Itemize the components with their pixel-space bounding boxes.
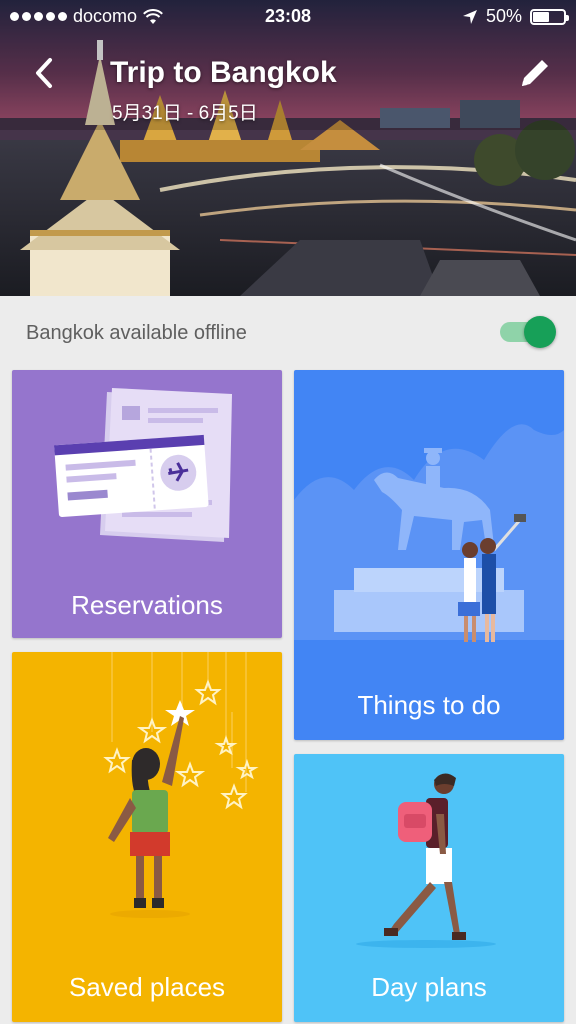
toggle-knob bbox=[524, 316, 556, 348]
trip-dates: 5月31日 - 6月5日 bbox=[112, 103, 258, 124]
day-plans-card[interactable]: Day plans bbox=[294, 754, 564, 1022]
back-arrow-icon[interactable] bbox=[28, 56, 62, 90]
bangkok-skyline-photo bbox=[0, 0, 576, 296]
day-plans-label: Day plans bbox=[371, 972, 487, 1002]
status-right: 50% bbox=[462, 6, 569, 27]
trip-title: Trip to Bangkok bbox=[110, 56, 337, 89]
location-arrow-icon bbox=[462, 9, 477, 24]
saved-places-card[interactable]: Saved places bbox=[12, 652, 282, 1022]
things-to-do-card[interactable]: Things to do bbox=[294, 370, 564, 740]
saved-places-illustration bbox=[103, 652, 259, 918]
reservations-card[interactable]: Reservations bbox=[12, 370, 282, 638]
offline-label: Bangkok available offline bbox=[26, 322, 247, 344]
edit-pencil-icon[interactable] bbox=[518, 56, 552, 90]
battery-percentage: 50% bbox=[485, 6, 522, 26]
battery-icon bbox=[530, 8, 569, 25]
offline-row: Bangkok available offline bbox=[0, 296, 576, 370]
things-to-do-label: Things to do bbox=[357, 690, 501, 720]
saved-places-label: Saved places bbox=[68, 972, 226, 1002]
things-to-do-illustration bbox=[294, 424, 564, 642]
offline-toggle[interactable] bbox=[500, 316, 556, 348]
trip-header-image: docomo 23:08 50% Trip to Bangkok 5月31日 -… bbox=[0, 0, 576, 296]
reservations-label: Reservations bbox=[71, 590, 223, 620]
status-bar: docomo 23:08 50% bbox=[0, 0, 576, 34]
